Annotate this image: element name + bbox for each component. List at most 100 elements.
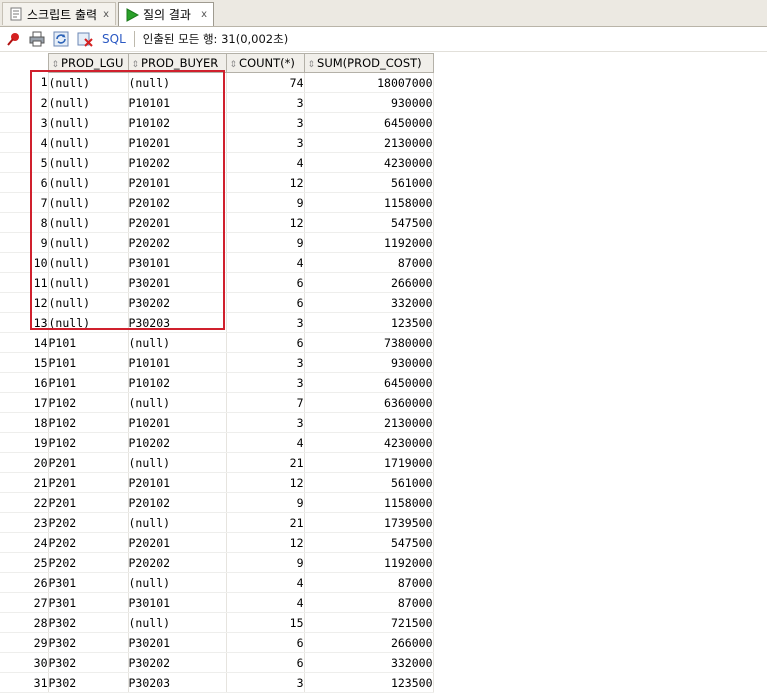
print-icon[interactable]: [26, 29, 48, 49]
table-row[interactable]: 6 (null) P20101 12 561000: [0, 172, 434, 193]
table-row[interactable]: 2 (null) P10101 3 930000: [0, 92, 434, 113]
table-row[interactable]: 20 P201 (null) 21 1719000: [0, 452, 434, 473]
cell-prod-buyer[interactable]: P20101: [128, 472, 227, 493]
cell-prod-buyer[interactable]: (null): [128, 512, 227, 533]
cell-sum-prod-cost[interactable]: 123500: [304, 672, 434, 693]
column-header[interactable]: ⇕ PROD_LGU: [47, 53, 129, 73]
column-header[interactable]: ⇕ PROD_BUYER: [127, 53, 227, 73]
cell-count[interactable]: 12: [226, 532, 305, 553]
cell-count[interactable]: 9: [226, 192, 305, 213]
cell-count[interactable]: 3: [226, 372, 305, 393]
clear-icon[interactable]: [74, 29, 96, 49]
cell-prod-lgu[interactable]: (null): [48, 292, 129, 313]
cell-prod-buyer[interactable]: P20201: [128, 212, 227, 233]
cell-prod-lgu[interactable]: P302: [48, 612, 129, 633]
table-row[interactable]: 10 (null) P30101 4 87000: [0, 252, 434, 273]
cell-count[interactable]: 74: [226, 72, 305, 93]
cell-sum-prod-cost[interactable]: 1739500: [304, 512, 434, 533]
cell-count[interactable]: 3: [226, 312, 305, 333]
table-row[interactable]: 16 P101 P10102 3 6450000: [0, 372, 434, 393]
cell-sum-prod-cost[interactable]: 87000: [304, 572, 434, 593]
cell-sum-prod-cost[interactable]: 2130000: [304, 132, 434, 153]
cell-prod-lgu[interactable]: P301: [48, 572, 129, 593]
cell-prod-buyer[interactable]: P10102: [128, 372, 227, 393]
pin-icon[interactable]: [2, 29, 24, 49]
cell-prod-buyer[interactable]: P30101: [128, 592, 227, 613]
cell-prod-buyer[interactable]: (null): [128, 612, 227, 633]
cell-count[interactable]: 21: [226, 452, 305, 473]
cell-prod-lgu[interactable]: P302: [48, 672, 129, 693]
table-row[interactable]: 15 P101 P10101 3 930000: [0, 352, 434, 373]
cell-prod-lgu[interactable]: P201: [48, 472, 129, 493]
cell-sum-prod-cost[interactable]: 1158000: [304, 192, 434, 213]
cell-prod-lgu[interactable]: (null): [48, 172, 129, 193]
cell-sum-prod-cost[interactable]: 266000: [304, 632, 434, 653]
cell-prod-lgu[interactable]: (null): [48, 272, 129, 293]
cell-prod-lgu[interactable]: P201: [48, 452, 129, 473]
cell-prod-buyer[interactable]: P10202: [128, 432, 227, 453]
cell-prod-buyer[interactable]: P10102: [128, 112, 227, 133]
cell-prod-buyer[interactable]: P30203: [128, 312, 227, 333]
cell-sum-prod-cost[interactable]: 1192000: [304, 232, 434, 253]
cell-prod-buyer[interactable]: P20102: [128, 192, 227, 213]
cell-prod-buyer[interactable]: P20202: [128, 552, 227, 573]
column-header[interactable]: ⇕ COUNT(*): [225, 53, 305, 73]
cell-prod-lgu[interactable]: P301: [48, 592, 129, 613]
cell-sum-prod-cost[interactable]: 87000: [304, 252, 434, 273]
cell-prod-lgu[interactable]: (null): [48, 212, 129, 233]
cell-prod-buyer[interactable]: (null): [128, 72, 227, 93]
cell-prod-lgu[interactable]: (null): [48, 112, 129, 133]
table-row[interactable]: 11 (null) P30201 6 266000: [0, 272, 434, 293]
cell-count[interactable]: 4: [226, 252, 305, 273]
table-row[interactable]: 12 (null) P30202 6 332000: [0, 292, 434, 313]
cell-count[interactable]: 6: [226, 332, 305, 353]
cell-count[interactable]: 4: [226, 432, 305, 453]
cell-prod-lgu[interactable]: P302: [48, 652, 129, 673]
cell-sum-prod-cost[interactable]: 87000: [304, 592, 434, 613]
cell-sum-prod-cost[interactable]: 18007000: [304, 72, 434, 93]
table-row[interactable]: 8 (null) P20201 12 547500: [0, 212, 434, 233]
table-row[interactable]: 1 (null) (null) 74 18007000: [0, 72, 434, 93]
table-row[interactable]: 4 (null) P10201 3 2130000: [0, 132, 434, 153]
table-row[interactable]: 7 (null) P20102 9 1158000: [0, 192, 434, 213]
cell-prod-buyer[interactable]: P10201: [128, 132, 227, 153]
refresh-icon[interactable]: [50, 29, 72, 49]
cell-prod-buyer[interactable]: P10201: [128, 412, 227, 433]
cell-count[interactable]: 3: [226, 672, 305, 693]
table-row[interactable]: 18 P102 P10201 3 2130000: [0, 412, 434, 433]
cell-count[interactable]: 12: [226, 172, 305, 193]
cell-sum-prod-cost[interactable]: 2130000: [304, 412, 434, 433]
table-row[interactable]: 3 (null) P10102 3 6450000: [0, 112, 434, 133]
cell-prod-lgu[interactable]: (null): [48, 192, 129, 213]
cell-count[interactable]: 15: [226, 612, 305, 633]
cell-prod-lgu[interactable]: (null): [48, 72, 129, 93]
cell-prod-buyer[interactable]: P30202: [128, 652, 227, 673]
cell-prod-lgu[interactable]: P101: [48, 352, 129, 373]
cell-count[interactable]: 12: [226, 212, 305, 233]
table-row[interactable]: 24 P202 P20201 12 547500: [0, 532, 434, 553]
cell-count[interactable]: 4: [226, 572, 305, 593]
cell-prod-buyer[interactable]: (null): [128, 572, 227, 593]
cell-sum-prod-cost[interactable]: 123500: [304, 312, 434, 333]
table-row[interactable]: 19 P102 P10202 4 4230000: [0, 432, 434, 453]
cell-count[interactable]: 3: [226, 92, 305, 113]
cell-prod-lgu[interactable]: P101: [48, 332, 129, 353]
cell-sum-prod-cost[interactable]: 561000: [304, 172, 434, 193]
cell-prod-lgu[interactable]: P202: [48, 532, 129, 553]
cell-sum-prod-cost[interactable]: 1158000: [304, 492, 434, 513]
cell-count[interactable]: 4: [226, 592, 305, 613]
cell-prod-buyer[interactable]: P10101: [128, 92, 227, 113]
cell-sum-prod-cost[interactable]: 332000: [304, 652, 434, 673]
cell-prod-buyer[interactable]: P30101: [128, 252, 227, 273]
cell-count[interactable]: 21: [226, 512, 305, 533]
cell-prod-buyer[interactable]: (null): [128, 332, 227, 353]
table-row[interactable]: 9 (null) P20202 9 1192000: [0, 232, 434, 253]
cell-sum-prod-cost[interactable]: 6450000: [304, 112, 434, 133]
cell-count[interactable]: 4: [226, 152, 305, 173]
cell-prod-lgu[interactable]: (null): [48, 92, 129, 113]
cell-prod-lgu[interactable]: P202: [48, 552, 129, 573]
table-row[interactable]: 27 P301 P30101 4 87000: [0, 592, 434, 613]
cell-prod-lgu[interactable]: P101: [48, 372, 129, 393]
cell-prod-lgu[interactable]: (null): [48, 232, 129, 253]
cell-prod-buyer[interactable]: P20202: [128, 232, 227, 253]
